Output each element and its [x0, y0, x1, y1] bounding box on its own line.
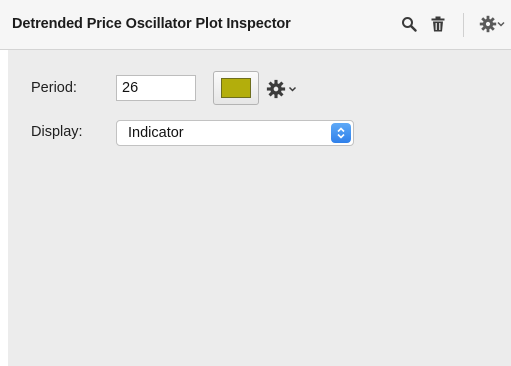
plot-inspector-panel: Detrended Price Oscillator Plot Inspecto…: [0, 0, 511, 366]
trash-icon[interactable]: [427, 13, 449, 35]
period-value: 26: [122, 80, 139, 96]
search-icon[interactable]: [398, 13, 420, 35]
select-arrows-icon: [331, 123, 351, 143]
color-well[interactable]: [213, 71, 259, 105]
gear-icon: [479, 15, 497, 33]
chevron-down-icon: [497, 21, 505, 27]
display-value: Indicator: [128, 125, 184, 141]
period-settings-button[interactable]: [266, 78, 304, 100]
color-swatch: [221, 78, 251, 98]
period-field[interactable]: 26: [116, 75, 196, 101]
inspector-title: Detrended Price Oscillator Plot Inspecto…: [12, 16, 291, 32]
inspector-header: Detrended Price Oscillator Plot Inspecto…: [0, 0, 511, 50]
period-label: Period:: [31, 80, 77, 96]
chevron-down-icon: [288, 86, 297, 92]
display-label: Display:: [31, 124, 83, 140]
inspector-body: [8, 50, 511, 366]
header-divider: [463, 13, 464, 37]
settings-menu-button[interactable]: [475, 13, 509, 35]
display-select[interactable]: Indicator: [116, 120, 354, 146]
gear-icon: [266, 79, 286, 99]
